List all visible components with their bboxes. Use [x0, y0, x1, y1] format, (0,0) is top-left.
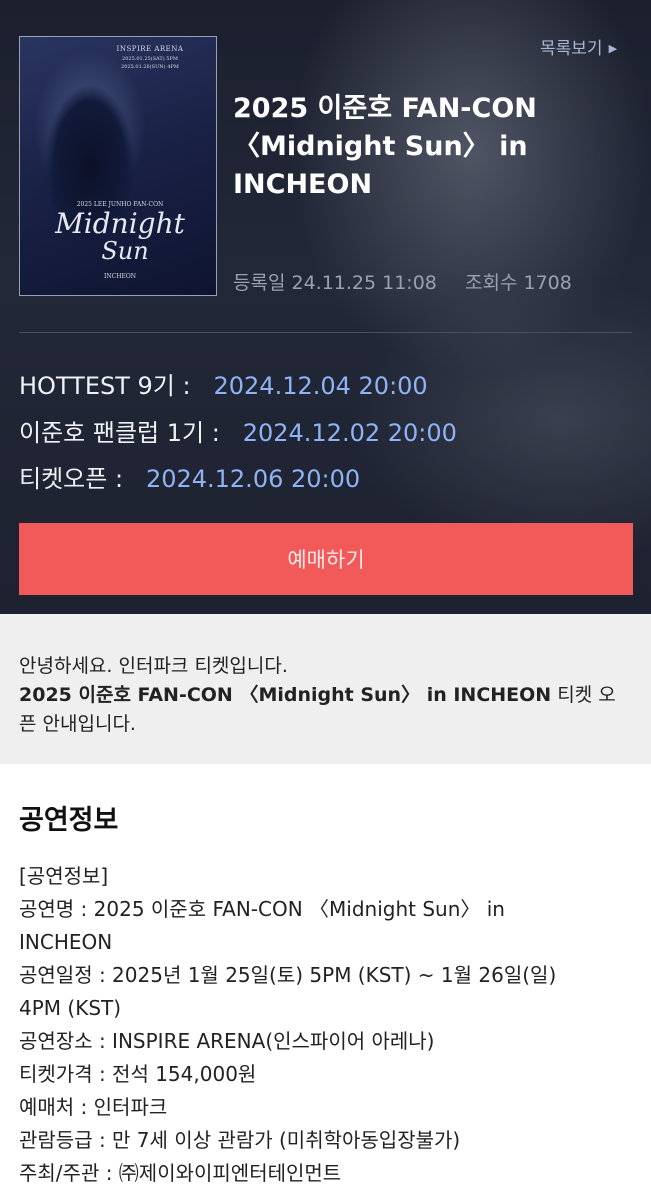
info-line: 티켓가격 : 전석 154,000원 [19, 1062, 257, 1086]
info-line: 주최/주관 : ㈜제이와이피엔터테인먼트 [19, 1161, 342, 1185]
notice-greeting: 안녕하세요. 인터파크 티켓입니다. [19, 655, 288, 677]
registered-date: 등록일 24.11.25 11:08 [233, 272, 437, 294]
divider [19, 332, 632, 333]
schedule-row: 티켓오픈 : 2024.12.06 20:00 [19, 459, 360, 494]
poster-city-text: INCHEON [104, 273, 136, 280]
notice-box: 안녕하세요. 인터파크 티켓입니다. 2025 이준호 FAN-CON 〈Mid… [0, 614, 651, 764]
poster-title-line2: Sun [101, 237, 149, 265]
schedule-row: HOTTEST 9기 : 2024.12.04 20:00 [19, 366, 428, 401]
poster-title-line1: Midnight [55, 207, 185, 240]
schedule-datetime: 2024.12.04 20:00 [213, 372, 428, 400]
notice-event-name: 2025 이준호 FAN-CON 〈Midnight Sun〉 in INCHE… [19, 684, 552, 706]
info-line: 공연장소 : INSPIRE ARENA(인스파이어 아레나) [19, 1029, 435, 1053]
event-title: 2025 이준호 FAN-CON 〈Midnight Sun〉 in INCHE… [233, 93, 537, 200]
schedule-datetime: 2024.12.06 20:00 [145, 465, 361, 493]
performance-info-heading: 공연정보 [19, 805, 119, 836]
schedule-datetime: 2024.12.02 20:00 [242, 419, 457, 447]
poster-arena-text: INSPIRE ARENA [116, 45, 184, 53]
notice-text: 안녕하세요. 인터파크 티켓입니다. 2025 이준호 FAN-CON 〈Mid… [19, 652, 629, 739]
info-line: 공연일정 : 2025년 1월 25일(토) 5PM (KST) ~ 1월 26… [19, 963, 557, 1020]
view-count: 조회수 1708 [465, 272, 572, 294]
performance-info-list: [공연정보] 공연명 : 2025 이준호 FAN-CON 〈Midnight … [19, 860, 629, 1190]
info-line: [공연정보] [19, 864, 109, 888]
list-view-label: 목록보기 [540, 39, 603, 59]
schedule-row: 이준호 팬클럽 1기 : 2024.12.02 20:00 [19, 413, 457, 448]
list-view-link[interactable]: 목록보기 ▶ [540, 34, 617, 59]
book-tickets-button[interactable]: 예매하기 [19, 523, 633, 595]
poster-date-text: 2025.01.25(SAT) 5PM [122, 56, 178, 62]
info-line: 관람등급 : 만 7세 이상 관람가 (미취학아동입장불가) [19, 1128, 461, 1152]
info-line: 공연명 : 2025 이준호 FAN-CON 〈Midnight Sun〉 in… [19, 897, 505, 954]
schedule-label: HOTTEST 9기 : [19, 372, 191, 400]
poster-date-text: 2025.01.26(SUN) 4PM [121, 64, 179, 70]
event-hero: INSPIRE ARENA 2025.01.25(SAT) 5PM 2025.0… [0, 0, 651, 614]
schedule-label: 티켓오픈 : [19, 465, 124, 493]
caret-right-icon: ▶ [608, 42, 618, 55]
info-line: 예매처 : 인터파크 [19, 1095, 168, 1119]
schedule-label: 이준호 팬클럽 1기 : [19, 419, 220, 447]
event-poster[interactable]: INSPIRE ARENA 2025.01.25(SAT) 5PM 2025.0… [19, 36, 217, 296]
